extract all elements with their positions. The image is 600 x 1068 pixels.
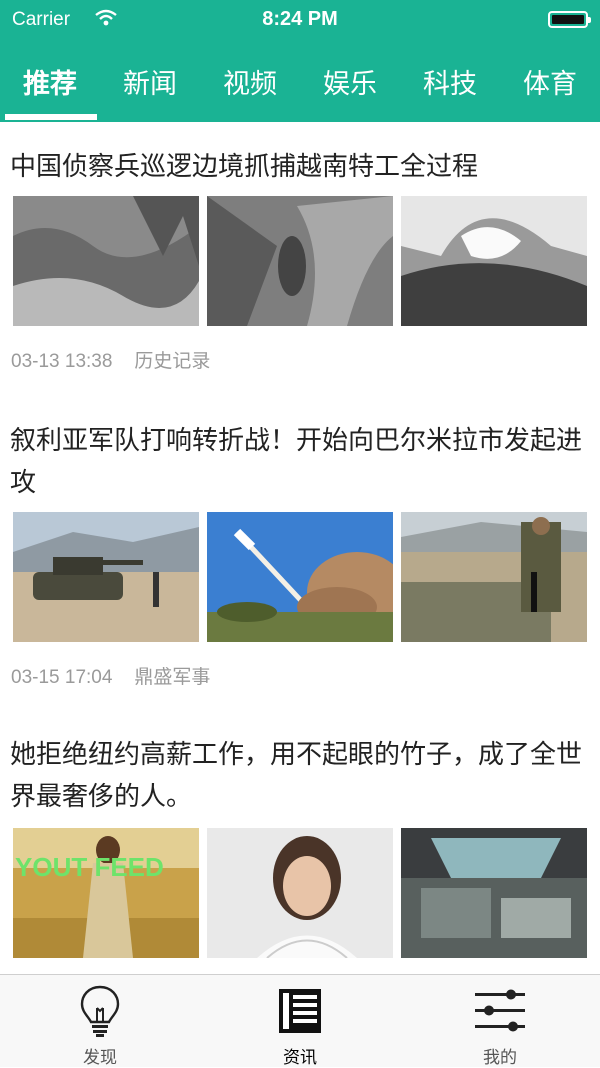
article-thumbnail[interactable]	[13, 196, 199, 326]
article-thumbnail[interactable]	[13, 512, 199, 642]
category-tab-bar: 推荐 新闻 视频 娱乐 科技 体育	[0, 40, 600, 122]
article-card[interactable]: 中国侦察兵巡逻边境抓捕越南特工全过程	[0, 146, 600, 188]
article-thumbnail[interactable]	[401, 828, 587, 958]
tab-tech[interactable]: 科技	[400, 62, 500, 101]
nav-mine[interactable]: 我的	[400, 975, 600, 1068]
article-title[interactable]: 中国侦察兵巡逻边境抓捕越南特工全过程	[10, 146, 590, 188]
nav-news[interactable]: 资讯	[200, 975, 400, 1068]
article-card[interactable]: 叙利亚军队打响转折战！开始向巴尔米拉市发起进攻	[0, 420, 600, 504]
article-thumbnails	[13, 512, 588, 642]
article-source: 历史记录	[134, 351, 211, 372]
newspaper-icon	[279, 989, 321, 1033]
clock: 8:24 PM	[262, 8, 338, 30]
article-title[interactable]: 叙利亚军队打响转折战！开始向巴尔米拉市发起进攻	[10, 420, 590, 504]
article-thumbnail[interactable]: YOUT FEED	[13, 828, 199, 958]
nav-label: 资讯	[283, 1048, 317, 1068]
article-time: 03-15 17:04	[11, 667, 113, 688]
tab-sports[interactable]: 体育	[500, 62, 600, 101]
status-bar: Carrier 8:24 PM	[0, 0, 600, 40]
article-thumbnail[interactable]	[207, 196, 393, 326]
article-thumbnails: YOUT FEED	[13, 828, 588, 958]
nav-label: 我的	[483, 1048, 517, 1068]
article-thumbnail[interactable]	[207, 828, 393, 958]
tab-entertainment[interactable]: 娱乐	[300, 62, 400, 101]
article-thumbnail[interactable]	[401, 196, 587, 326]
tab-recommended[interactable]: 推荐	[0, 62, 100, 101]
article-time: 03-13 13:38	[11, 351, 113, 372]
article-meta: 03-15 17:04 鼎盛军事	[11, 662, 210, 689]
nav-label: 发现	[83, 1048, 117, 1068]
article-thumbnail[interactable]	[401, 512, 587, 642]
article-source: 鼎盛军事	[134, 667, 211, 688]
news-feed[interactable]: 中国侦察兵巡逻边境抓捕越南特工全过程 03-13 13:38 历史记录 叙利亚军队…	[0, 122, 600, 974]
article-thumbnail[interactable]	[207, 512, 393, 642]
battery-icon	[548, 11, 591, 28]
tab-indicator	[5, 114, 97, 120]
article-thumbnails	[13, 196, 588, 326]
bottom-nav: 发现 资讯 我的	[0, 974, 600, 1068]
thumbnail-overlay-text: YOUT FEED	[15, 852, 164, 882]
article-meta: 03-13 13:38 历史记录	[11, 346, 210, 373]
tab-video[interactable]: 视频	[200, 62, 300, 101]
sliders-icon	[475, 989, 525, 1032]
nav-discover[interactable]: 发现	[0, 975, 200, 1068]
article-card[interactable]: 她拒绝纽约高薪工作，用不起眼的竹子，成了全世界最奢侈的人。	[0, 734, 600, 818]
lightbulb-icon	[80, 985, 120, 1037]
article-title[interactable]: 她拒绝纽约高薪工作，用不起眼的竹子，成了全世界最奢侈的人。	[10, 734, 590, 818]
tab-news[interactable]: 新闻	[100, 62, 200, 101]
